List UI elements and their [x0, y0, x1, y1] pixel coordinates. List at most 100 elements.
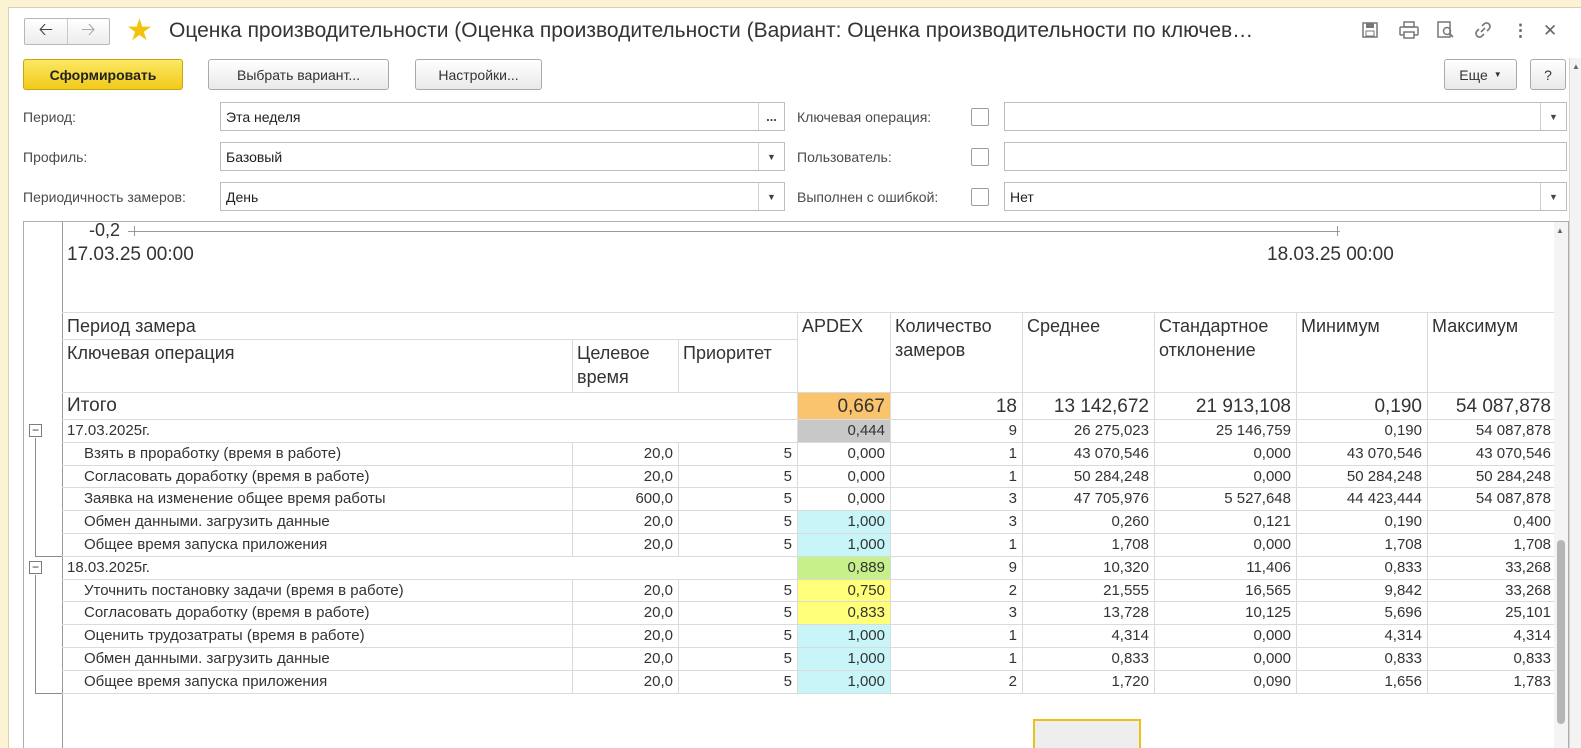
grid-line — [890, 419, 891, 442]
group-date-label: 18.03.2025г. — [67, 558, 150, 576]
grid-line — [1296, 392, 1297, 419]
frequency-input[interactable]: День ▼ — [220, 182, 785, 211]
help-button[interactable]: ? — [1530, 59, 1566, 90]
more-button[interactable]: Еще ▼ — [1444, 59, 1517, 90]
group-apdex: 0,444 — [798, 420, 890, 442]
grid-line — [1296, 312, 1297, 392]
row-std-dev: 0,000 — [1253, 467, 1291, 485]
profile-input[interactable]: Базовый ▼ — [220, 142, 785, 171]
row-key-operation: Оценить трудозатраты (время в работе) — [84, 627, 365, 645]
grid-line — [572, 601, 573, 625]
grid-line — [1427, 647, 1428, 670]
chevron-down-icon[interactable]: ▼ — [758, 143, 784, 170]
row-average: 1,708 — [1111, 536, 1149, 553]
grid-line — [797, 441, 798, 465]
row-min: 50 284,248 — [1346, 467, 1422, 485]
error-input[interactable]: Нет ▼ — [1004, 182, 1567, 211]
grid-line — [1427, 624, 1428, 647]
grid-line — [1296, 419, 1297, 442]
grid-line — [1154, 487, 1155, 511]
row-priority: 5 — [783, 650, 792, 667]
link-icon[interactable] — [1474, 21, 1492, 44]
collapse-group-icon[interactable]: − — [29, 424, 42, 437]
collapse-group-icon[interactable]: − — [29, 560, 42, 574]
grid-line — [797, 510, 798, 533]
report-spreadsheet[interactable]: -0,2 17.03.25 00:00 18.03.25 00:00 Перио… — [23, 221, 1569, 748]
chevron-down-icon[interactable]: ▼ — [1540, 103, 1566, 130]
print-icon[interactable] — [1399, 21, 1419, 44]
settings-button[interactable]: Настройки... — [415, 59, 542, 90]
row-apdex: 0,750 — [798, 579, 890, 602]
choose-variant-button[interactable]: Выбрать вариант... — [208, 59, 389, 90]
grid-line — [890, 601, 891, 625]
generate-button[interactable]: Сформировать — [23, 59, 183, 90]
row-apdex: 1,000 — [798, 670, 890, 693]
grid-line — [572, 441, 573, 465]
scrollbar-thumb[interactable] — [1557, 540, 1565, 724]
group-date-label: 17.03.2025г. — [67, 422, 150, 439]
total-count: 18 — [995, 396, 1017, 417]
grid-line — [890, 669, 891, 693]
grid-line — [890, 441, 891, 465]
grid-line — [1154, 624, 1155, 647]
row-max: 33,268 — [1505, 581, 1551, 599]
row-std-dev: 0,121 — [1253, 513, 1291, 531]
grid-line — [1296, 464, 1297, 488]
chevron-down-icon[interactable]: ▼ — [758, 183, 784, 210]
row-max: 1,708 — [1513, 536, 1551, 553]
scroll-up-icon[interactable]: ▲ — [1556, 226, 1564, 235]
error-checkbox[interactable] — [971, 188, 989, 206]
tree-guide-line — [35, 692, 62, 694]
chevron-down-icon[interactable]: ▼ — [1540, 183, 1566, 210]
save-icon[interactable] — [1361, 21, 1379, 44]
key-operation-input[interactable]: ▼ — [1004, 102, 1567, 131]
tree-guide-line — [35, 555, 62, 557]
group-average: 26 275,023 — [1073, 422, 1149, 439]
row-priority: 5 — [783, 467, 792, 485]
grid-line — [1022, 312, 1023, 392]
row-std-dev: 10,125 — [1245, 604, 1291, 622]
grid-line — [1427, 464, 1428, 488]
scroll-up-icon[interactable]: ▲ — [1572, 62, 1580, 71]
favorite-star-icon[interactable]: ★ — [126, 16, 153, 46]
row-key-operation: Согласовать доработку (время в работе) — [84, 467, 370, 485]
row-count: 3 — [1008, 513, 1017, 531]
row-target-time: 20,0 — [643, 627, 673, 645]
row-priority: 5 — [783, 444, 792, 462]
vertical-scrollbar[interactable]: ▲ — [1554, 222, 1568, 748]
forward-arrow-icon[interactable]: 🡢 — [66, 19, 110, 44]
row-average: 50 284,248 — [1073, 467, 1149, 485]
total-apdex: 0,667 — [798, 393, 890, 419]
grid-line — [572, 487, 573, 511]
row-priority: 5 — [783, 672, 792, 690]
key-operation-checkbox[interactable] — [971, 108, 989, 126]
row-count: 1 — [1008, 467, 1017, 485]
row-min: 43 070,546 — [1346, 444, 1422, 462]
period-select-button[interactable]: ... — [758, 103, 784, 130]
row-std-dev: 0,000 — [1253, 650, 1291, 667]
column-header-priority: Приоритет — [683, 343, 772, 363]
selected-cell-indicator[interactable] — [1033, 719, 1141, 748]
period-input[interactable]: Эта неделя ... — [220, 102, 785, 131]
grid-line — [1154, 533, 1155, 556]
grid-line — [678, 669, 679, 693]
row-min: 0,190 — [1384, 513, 1422, 531]
tree-guide-line — [35, 574, 36, 693]
close-icon[interactable]: ✕ — [1543, 21, 1557, 41]
frequency-value: День — [226, 189, 259, 205]
window-scrollbar[interactable]: ▲ — [1569, 58, 1581, 748]
more-vertical-icon[interactable]: ⋮ — [1512, 21, 1529, 41]
grid-line — [1154, 578, 1155, 602]
grid-line — [572, 578, 573, 602]
back-arrow-icon[interactable]: 🡠 — [25, 19, 67, 44]
preview-icon[interactable] — [1436, 21, 1456, 44]
grid-line — [1296, 669, 1297, 693]
user-checkbox[interactable] — [971, 148, 989, 166]
row-key-operation: Общее время запуска приложения — [84, 672, 328, 690]
user-input[interactable] — [1004, 142, 1567, 171]
column-header-period: Период замера — [67, 316, 196, 336]
grid-line — [1427, 487, 1428, 511]
grid-line — [1154, 555, 1155, 579]
profile-value: Базовый — [226, 149, 283, 165]
user-label: Пользователь: — [797, 149, 892, 165]
